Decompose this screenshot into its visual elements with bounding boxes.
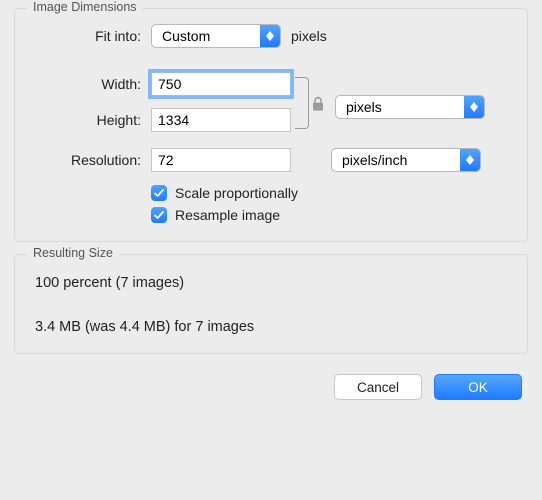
width-label: Width: <box>31 76 151 92</box>
checkbox-checked-icon <box>151 207 167 223</box>
resolution-label: Resolution: <box>31 152 151 168</box>
resolution-unit-select[interactable]: pixels/inch <box>331 148 481 172</box>
resolution-unit-select-value: pixels/inch <box>332 152 460 168</box>
resample-image-checkbox[interactable]: Resample image <box>151 207 511 223</box>
cancel-button[interactable]: Cancel <box>334 374 422 400</box>
width-height-block: Width: Height: pixels <box>31 71 511 143</box>
result-percent-line: 100 percent (7 images) <box>31 269 511 297</box>
fit-into-select-value: Custom <box>152 28 260 44</box>
fit-into-unit: pixels <box>291 28 327 44</box>
image-dimensions-title: Image Dimensions <box>27 0 143 14</box>
resolution-row: Resolution: pixels/inch <box>31 147 511 173</box>
dialog-button-bar: Cancel OK <box>14 366 528 400</box>
wh-unit-select[interactable]: pixels <box>335 95 485 119</box>
updown-arrows-icon <box>460 149 480 171</box>
fit-into-select[interactable]: Custom <box>151 24 281 48</box>
updown-arrows-icon <box>260 25 280 47</box>
height-input[interactable] <box>151 108 291 132</box>
resample-image-label: Resample image <box>175 207 280 223</box>
height-row: Height: <box>31 107 291 133</box>
image-dimensions-group: Image Dimensions Fit into: Custom pixels… <box>14 8 528 242</box>
width-input[interactable] <box>151 72 291 96</box>
fit-into-row: Fit into: Custom pixels <box>31 23 511 49</box>
lock-icon[interactable] <box>311 96 325 115</box>
width-row: Width: <box>31 71 291 97</box>
height-label: Height: <box>31 112 151 128</box>
checkbox-checked-icon <box>151 185 167 201</box>
link-bracket <box>295 71 329 143</box>
ok-button-label: OK <box>468 380 488 395</box>
fit-into-label: Fit into: <box>31 28 151 44</box>
ok-button[interactable]: OK <box>434 374 522 400</box>
cancel-button-label: Cancel <box>357 380 399 395</box>
resolution-input[interactable] <box>151 148 291 172</box>
resulting-size-title: Resulting Size <box>27 246 119 260</box>
scale-proportionally-label: Scale proportionally <box>175 185 298 201</box>
scale-proportionally-checkbox[interactable]: Scale proportionally <box>151 185 511 201</box>
wh-unit-select-value: pixels <box>336 99 464 115</box>
resulting-size-group: Resulting Size 100 percent (7 images) 3.… <box>14 254 528 354</box>
updown-arrows-icon <box>464 96 484 118</box>
result-size-line: 3.4 MB (was 4.4 MB) for 7 images <box>31 313 511 341</box>
